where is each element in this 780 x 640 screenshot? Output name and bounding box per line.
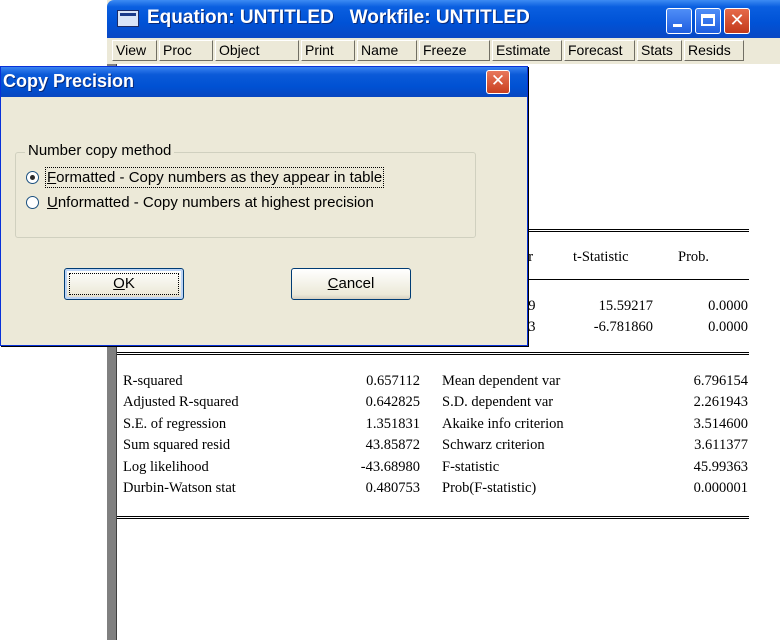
stat-value-4: 43.85872 bbox=[365, 437, 420, 453]
stat-value2-1: 6.796154 bbox=[693, 373, 748, 389]
dialog-close-icon: ✕ bbox=[490, 71, 506, 91]
radio-formatted-label: Formatted - Copy numbers as they appear … bbox=[44, 167, 385, 188]
stat-label2-1: Mean dependent var bbox=[442, 373, 561, 389]
toolbar-view-button[interactable]: View bbox=[112, 40, 157, 61]
stats-bottom-rule bbox=[117, 516, 749, 519]
group-label: Number copy method bbox=[25, 142, 175, 159]
ok-button[interactable]: OK bbox=[64, 268, 184, 300]
stat-value-5: -43.68980 bbox=[360, 459, 420, 475]
close-icon: ✕ bbox=[729, 10, 745, 31]
radio-unformatted-label: Unformatted - Copy numbers at highest pr… bbox=[47, 194, 374, 211]
coef-t-statistic-2: -6.781860 bbox=[593, 319, 653, 335]
stat-label-3: S.E. of regression bbox=[123, 416, 227, 432]
minimize-button[interactable] bbox=[666, 8, 692, 34]
dialog-title: Copy Precision bbox=[3, 71, 135, 91]
coef-prob-1: 0.0000 bbox=[708, 298, 748, 314]
stat-value-1: 0.657112 bbox=[366, 373, 420, 389]
number-copy-method-group: Number copy method Formatted - Copy numb… bbox=[15, 142, 476, 238]
stat-value-6: 0.480753 bbox=[365, 480, 420, 496]
app-icon bbox=[117, 10, 139, 27]
toolbar-forecast-button[interactable]: Forecast bbox=[564, 40, 635, 61]
stat-label-5: Log likelihood bbox=[123, 459, 209, 475]
stats-top-rule bbox=[117, 352, 749, 355]
toolbar-stats-button[interactable]: Stats bbox=[637, 40, 682, 61]
stat-value2-4: 3.611377 bbox=[694, 437, 748, 453]
equation-titlebar[interactable]: Equation: UNTITLED Workfile: UNTITLED ✕ bbox=[107, 0, 780, 38]
coef-prob-2: 0.0000 bbox=[708, 319, 748, 335]
stat-value-3: 1.351831 bbox=[365, 416, 420, 432]
coef-header-t-statistic: t-Statistic bbox=[573, 249, 629, 265]
stat-label2-2: S.D. dependent var bbox=[442, 394, 554, 410]
toolbar-object-button[interactable]: Object bbox=[215, 40, 299, 61]
radio-selected-icon bbox=[26, 171, 39, 184]
stat-value2-6: 0.000001 bbox=[693, 480, 748, 496]
stat-label-2: Adjusted R-squared bbox=[123, 394, 239, 410]
dialog-close-button[interactable]: ✕ bbox=[486, 70, 510, 94]
minimize-icon bbox=[673, 24, 682, 27]
toolbar-resids-button[interactable]: Resids bbox=[684, 40, 744, 61]
toolbar-name-button[interactable]: Name bbox=[357, 40, 417, 61]
radio-unselected-icon bbox=[26, 196, 39, 209]
close-button[interactable]: ✕ bbox=[724, 8, 750, 34]
stat-value-2: 0.642825 bbox=[365, 394, 420, 410]
toolbar-freeze-button[interactable]: Freeze bbox=[419, 40, 490, 61]
equation-toolbar: View Proc Object Print Name Freeze Estim… bbox=[107, 38, 780, 65]
ok-focus-ring bbox=[69, 273, 179, 295]
toolbar-estimate-button[interactable]: Estimate bbox=[492, 40, 562, 61]
coef-header-prob: Prob. bbox=[678, 249, 710, 265]
stat-value2-3: 3.514600 bbox=[693, 416, 748, 432]
stat-value2-2: 2.261943 bbox=[693, 394, 748, 410]
maximize-icon bbox=[701, 14, 715, 26]
toolbar-print-button[interactable]: Print bbox=[301, 40, 355, 61]
toolbar-proc-button[interactable]: Proc bbox=[159, 40, 213, 61]
stat-label-1: R-squared bbox=[123, 373, 183, 389]
cancel-button[interactable]: Cancel bbox=[291, 268, 411, 300]
dialog-titlebar[interactable]: Copy Precision ✕ bbox=[1, 67, 527, 97]
stat-value2-5: 45.99363 bbox=[693, 459, 748, 475]
stat-label2-5: F-statistic bbox=[442, 459, 500, 475]
stat-label2-6: Prob(F-statistic) bbox=[442, 480, 537, 496]
equation-window-title: Equation: UNTITLED Workfile: UNTITLED bbox=[147, 7, 530, 28]
stat-label-6: Durbin-Watson stat bbox=[123, 480, 236, 496]
stat-label-4: Sum squared resid bbox=[123, 437, 231, 453]
maximize-button[interactable] bbox=[695, 8, 721, 34]
coef-t-statistic-1: 15.59217 bbox=[598, 298, 653, 314]
stat-label2-3: Akaike info criterion bbox=[442, 416, 564, 432]
stat-label2-4: Schwarz criterion bbox=[442, 437, 545, 453]
